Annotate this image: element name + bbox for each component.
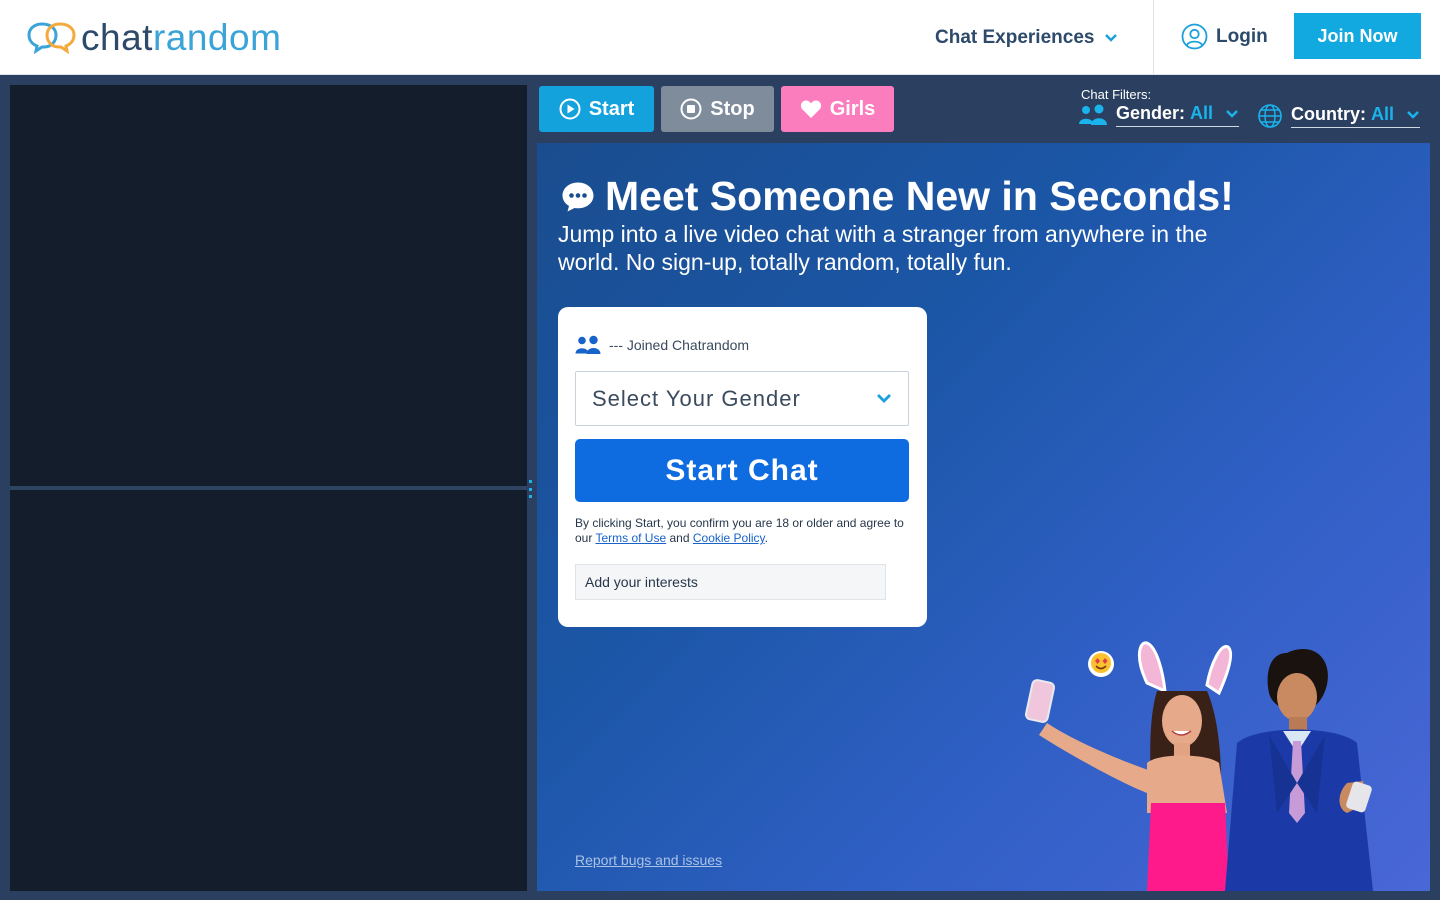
chat-experiences-label: Chat Experiences [935, 27, 1095, 48]
country-filter-key: Country: [1291, 104, 1366, 124]
chevron-down-icon [1105, 34, 1118, 42]
hero-illustration [1025, 641, 1373, 891]
report-bugs-link[interactable]: Report bugs and issues [575, 852, 722, 868]
joined-text: --- Joined Chatrandom [609, 337, 750, 353]
site-header: chatrandom Chat Experiences Login Join N… [0, 0, 1440, 75]
start-button[interactable]: Start [539, 86, 654, 132]
join-now-button[interactable]: Join Now [1294, 13, 1421, 59]
gender-filter-select[interactable]: Gender: All [1116, 103, 1240, 127]
start-chat-card: --- Joined Chatrandom Select Your Gender… [558, 307, 927, 627]
local-video-pane [10, 490, 527, 891]
hero-title-row: Meet Someone New in Seconds! [561, 173, 1234, 220]
hero-panel: Meet Someone New in Seconds! Jump into a… [537, 143, 1430, 891]
country-filter-select[interactable]: Country: All [1291, 104, 1421, 128]
brand-part1: chat [81, 16, 153, 58]
chat-experiences-menu[interactable]: Chat Experiences [935, 27, 1118, 49]
stop-button[interactable]: Stop [661, 86, 774, 132]
gender-filter-value: All [1190, 103, 1214, 123]
girls-label: Girls [829, 97, 876, 120]
chevron-down-icon [1226, 109, 1238, 118]
people-icon [575, 335, 601, 354]
gender-filter[interactable]: Gender: All [1078, 103, 1240, 127]
brand-wordmark: chatrandom [81, 19, 281, 56]
chat-filters-label: Chat Filters: [1081, 87, 1152, 102]
remote-video-pane [10, 85, 527, 486]
user-circle-icon [1181, 23, 1208, 50]
legal-notice: By clicking Start, you confirm you are 1… [575, 516, 915, 546]
hero-subtitle: Jump into a live video chat with a stran… [558, 221, 1208, 275]
chat-bubbles-logo-icon [27, 22, 76, 54]
gender-filter-key: Gender: [1116, 103, 1186, 123]
girls-button[interactable]: Girls [781, 86, 894, 132]
play-circle-icon [559, 98, 581, 120]
login-link[interactable]: Login [1181, 23, 1268, 50]
header-divider [1153, 0, 1154, 75]
stop-label: Stop [710, 97, 755, 120]
interests-input[interactable] [575, 564, 886, 600]
stop-circle-icon [680, 98, 702, 120]
country-filter-value: All [1371, 104, 1395, 124]
cookie-policy-link[interactable]: Cookie Policy [693, 531, 765, 545]
joined-counter: --- Joined Chatrandom [575, 335, 749, 355]
chevron-down-icon [1407, 110, 1419, 119]
legal-suffix: . [764, 531, 769, 545]
brand-logo[interactable]: chatrandom [26, 16, 281, 58]
heart-icon [800, 100, 821, 118]
start-chat-button[interactable]: Start Chat [575, 439, 909, 502]
terms-of-use-link[interactable]: Terms of Use [595, 531, 666, 545]
resize-handle[interactable] [529, 480, 533, 498]
globe-icon [1258, 104, 1282, 128]
country-filter[interactable]: Country: All [1257, 103, 1421, 129]
gender-select-placeholder: Select Your Gender [592, 385, 801, 411]
gender-select[interactable]: Select Your Gender [575, 371, 909, 426]
brand-part2: random [152, 16, 282, 58]
start-label: Start [588, 97, 635, 120]
login-label: Login [1216, 25, 1268, 47]
speech-bubble-icon [562, 182, 594, 211]
people-icon [1079, 104, 1107, 125]
hero-title: Meet Someone New in Seconds! [605, 173, 1234, 219]
legal-and: and [666, 531, 693, 545]
chevron-down-icon [877, 394, 891, 403]
